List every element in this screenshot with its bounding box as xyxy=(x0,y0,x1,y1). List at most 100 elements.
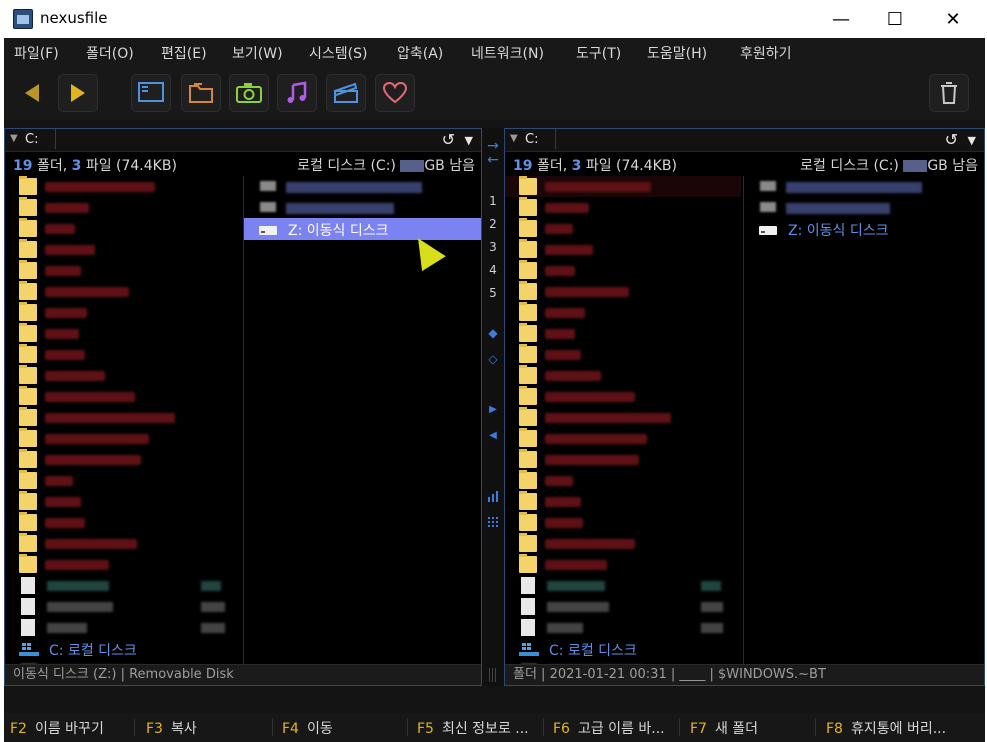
favorites-button[interactable] xyxy=(375,74,415,112)
list-item[interactable] xyxy=(5,449,241,470)
list-item[interactable] xyxy=(505,575,741,596)
list-item[interactable] xyxy=(5,554,241,575)
list-item[interactable] xyxy=(5,407,241,428)
left-drive-list[interactable]: Z: 이동식 디스크 xyxy=(243,176,481,676)
list-item[interactable] xyxy=(505,323,741,344)
list-item[interactable] xyxy=(5,365,241,386)
list-item[interactable] xyxy=(5,197,241,218)
list-item[interactable] xyxy=(505,281,741,302)
list-item[interactable] xyxy=(5,323,241,344)
path-dropdown-icon[interactable]: ▼ xyxy=(10,133,18,144)
list-item[interactable] xyxy=(244,197,481,218)
list-item[interactable] xyxy=(505,344,741,365)
fkey-copy[interactable]: F3 복사 xyxy=(146,718,197,738)
list-item[interactable]: C: 로컬 디스크 xyxy=(5,638,241,659)
fkey-refresh[interactable]: F5 최신 정보로 ... xyxy=(417,718,529,738)
list-item[interactable] xyxy=(5,428,241,449)
list-item[interactable] xyxy=(5,596,241,617)
menu-help[interactable]: 도움말(H) xyxy=(647,43,707,63)
fkey-recycle[interactable]: F8 휴지통에 버리... xyxy=(826,718,946,738)
forward-button[interactable] xyxy=(58,74,98,112)
menu-folder[interactable]: 폴더(O) xyxy=(86,43,134,63)
list-item[interactable] xyxy=(505,470,741,491)
list-item[interactable] xyxy=(505,365,741,386)
menu-donate[interactable]: 후원하기 xyxy=(740,43,792,63)
list-item[interactable] xyxy=(744,197,984,218)
bar-chart-icon[interactable] xyxy=(482,490,504,505)
path-drive[interactable]: C: xyxy=(25,132,38,147)
trash-button[interactable] xyxy=(929,74,969,112)
bookmark-5[interactable]: 5 xyxy=(482,286,504,300)
selected-drive-row[interactable]: Z: 이동식 디스크 xyxy=(244,218,481,240)
list-item[interactable] xyxy=(505,197,741,218)
menu-view[interactable]: 보기(W) xyxy=(232,43,283,63)
pictures-button[interactable] xyxy=(229,74,269,112)
minimize-button[interactable]: — xyxy=(812,0,870,38)
list-item[interactable] xyxy=(505,260,741,281)
list-item[interactable] xyxy=(5,617,241,638)
path-drive[interactable]: C: xyxy=(525,132,538,147)
menu-compress[interactable]: 압축(A) xyxy=(397,43,443,63)
list-item[interactable] xyxy=(5,176,241,197)
fkey-new-folder[interactable]: F7 새 폴더 xyxy=(690,718,758,738)
panel-menu-dropdown-icon[interactable]: ▼ xyxy=(968,134,976,147)
list-item[interactable]: Z: 이동식 디스크 xyxy=(744,218,984,239)
grid-dots-icon[interactable] xyxy=(482,516,504,531)
list-item[interactable] xyxy=(244,176,481,197)
list-item[interactable] xyxy=(744,176,984,197)
list-item[interactable] xyxy=(505,533,741,554)
list-item[interactable] xyxy=(505,239,741,260)
list-item[interactable] xyxy=(5,491,241,512)
menu-tools[interactable]: 도구(T) xyxy=(576,43,621,63)
list-item[interactable] xyxy=(505,491,741,512)
music-button[interactable] xyxy=(277,74,317,112)
list-item[interactable] xyxy=(505,449,741,470)
list-item[interactable] xyxy=(505,428,741,449)
documents-button[interactable] xyxy=(181,74,221,112)
list-item[interactable] xyxy=(5,281,241,302)
bookmark-4[interactable]: 4 xyxy=(482,263,504,277)
list-item[interactable] xyxy=(505,554,741,575)
list-item[interactable] xyxy=(505,386,741,407)
fkey-move[interactable]: F4 이동 xyxy=(282,718,333,738)
list-item[interactable] xyxy=(5,239,241,260)
menu-edit[interactable]: 편집(E) xyxy=(161,43,207,63)
list-item[interactable] xyxy=(505,218,741,239)
path-dropdown-icon[interactable]: ▼ xyxy=(510,133,518,144)
left-path-bar[interactable]: ▼ C: ↺ ▼ xyxy=(5,129,481,152)
list-item[interactable] xyxy=(5,533,241,554)
sync-diamond-icon[interactable]: ◆ xyxy=(482,326,504,340)
desktop-button[interactable] xyxy=(131,74,171,112)
resize-grip-icon[interactable] xyxy=(482,668,504,685)
list-item[interactable] xyxy=(5,344,241,365)
back-button[interactable] xyxy=(12,74,52,112)
left-file-list[interactable]: C: 로컬 디스크 xyxy=(5,176,241,676)
fkey-advanced-rename[interactable]: F6 고급 이름 바... xyxy=(553,718,665,738)
bookmark-3[interactable]: 3 xyxy=(482,240,504,254)
copy-left-arrow-icon[interactable]: ← xyxy=(482,152,504,168)
play-right-icon[interactable]: ▶ xyxy=(482,404,504,415)
fkey-rename[interactable]: F2 이름 바꾸기 xyxy=(10,718,104,738)
list-item[interactable] xyxy=(5,470,241,491)
menu-network[interactable]: 네트워크(N) xyxy=(471,43,544,63)
bookmark-1[interactable]: 1 xyxy=(482,194,504,208)
right-file-list[interactable]: C: 로컬 디스크 xyxy=(505,176,741,676)
right-path-bar[interactable]: ▼ C: ↺ ▼ xyxy=(505,129,984,152)
right-drive-list[interactable]: Z: 이동식 디스크 xyxy=(743,176,984,676)
list-item[interactable] xyxy=(505,512,741,533)
list-item[interactable] xyxy=(5,512,241,533)
list-item[interactable] xyxy=(5,302,241,323)
play-left-icon[interactable]: ◀ xyxy=(482,430,504,441)
list-item[interactable] xyxy=(505,596,741,617)
list-item[interactable] xyxy=(5,218,241,239)
list-item[interactable] xyxy=(505,302,741,323)
refresh-icon[interactable]: ↺ xyxy=(442,130,455,149)
videos-button[interactable] xyxy=(326,74,366,112)
maximize-button[interactable]: ☐ xyxy=(866,0,924,38)
list-item[interactable] xyxy=(5,260,241,281)
right-panel[interactable]: ▼ C: ↺ ▼ 19 폴더, 3 파일 (74.4KB) 로컬 디스크 (C:… xyxy=(504,128,985,686)
bookmark-2[interactable]: 2 xyxy=(482,217,504,231)
list-item[interactable]: C: 로컬 디스크 xyxy=(505,638,741,659)
compare-diamond-icon[interactable]: ◇ xyxy=(482,352,504,366)
list-item[interactable] xyxy=(5,386,241,407)
